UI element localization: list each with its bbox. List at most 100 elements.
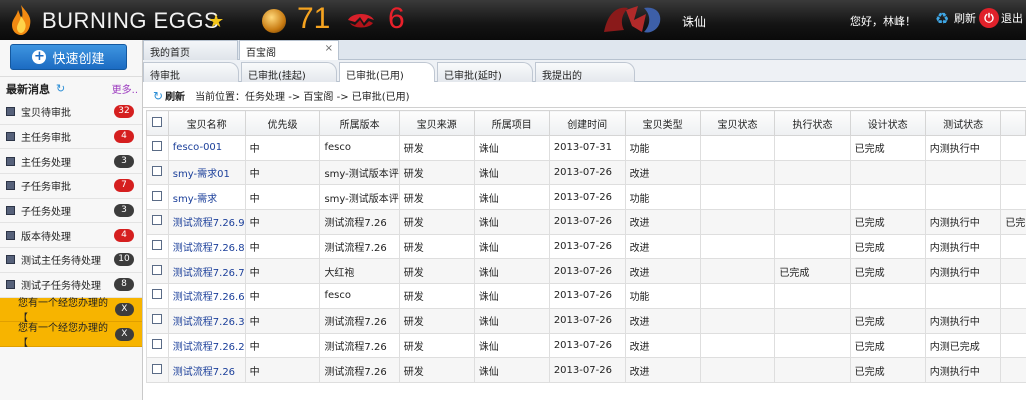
sidebar-item[interactable]: 主任务处理 3 <box>0 149 142 175</box>
item-name-cell[interactable]: smy-需求 <box>167 184 246 211</box>
item-name-cell[interactable]: 测试流程7.26.6 <box>167 283 246 309</box>
table-cell: 内测执行中 <box>924 233 1002 260</box>
table-row[interactable]: 测试流程7.26.3 中测试流程7.26 研发 诛仙 2013-07-26 改进 已完成 内测… <box>146 307 1026 334</box>
subtab-pending[interactable]: 待审批 <box>143 62 239 82</box>
subtab-delayed[interactable]: 已审批(延时) <box>437 62 533 82</box>
checkbox[interactable] <box>152 190 163 201</box>
notice-item[interactable]: 您有一个经您办理的【 X <box>0 322 142 349</box>
table-cell: 中 <box>244 233 321 260</box>
sidebar-item[interactable]: 子任务处理 3 <box>0 199 142 224</box>
refresh-spin-icon[interactable]: ↻ <box>56 82 65 95</box>
row-select-cell[interactable] <box>146 159 169 186</box>
table-row[interactable]: fesco-001 中 fesco 研发 诛仙 2013-07-31 功能 已完成 内测执行中 <box>146 135 1026 161</box>
table-row[interactable]: smy-需求01 中 smy-测试版本评 研发 诛仙 2013-07-26 改进 <box>146 159 1026 186</box>
column-header[interactable]: 宝贝来源 <box>398 110 475 136</box>
table-row[interactable]: 测试流程7.26 中测试流程7.26 研发 诛仙 2013-07-26 改进 已完成 内测执行… <box>146 357 1026 383</box>
checkbox[interactable] <box>152 264 163 275</box>
checkbox[interactable] <box>152 314 163 325</box>
row-select-cell[interactable] <box>146 135 169 161</box>
column-header[interactable]: 宝贝名称 <box>167 110 246 136</box>
subtab-label: 已审批(已用) <box>346 71 404 82</box>
table-cell <box>1000 233 1026 260</box>
item-name-cell[interactable]: smy-需求01 <box>167 159 246 186</box>
sidebar-item[interactable]: 宝贝待审批 32 <box>0 100 142 125</box>
more-link[interactable]: 更多.. <box>112 81 138 96</box>
subtab-mine[interactable]: 我提出的 <box>535 62 635 82</box>
quick-create-button[interactable]: + 快速创建 <box>10 44 127 70</box>
row-select-cell[interactable] <box>146 184 169 211</box>
table-cell: 诛仙 <box>473 258 550 285</box>
table-cell: 中 <box>244 332 321 359</box>
table-cell: 内测执行中 <box>924 357 1002 383</box>
column-header[interactable]: 宝贝类型 <box>624 110 701 136</box>
table-cell: 2013-07-26 <box>548 233 626 260</box>
row-select-cell[interactable] <box>146 332 169 359</box>
table-cell <box>774 159 851 186</box>
column-header[interactable]: 宝贝状态 <box>699 110 776 136</box>
row-select-cell[interactable] <box>146 209 169 235</box>
tab-label: 百宝阁 <box>246 48 276 59</box>
table-header-row: 宝贝名称 优先级 所属版本 宝贝来源 所属项目 创建时间 宝贝类型 宝贝状态 执… <box>146 110 1026 136</box>
tab-treasure[interactable]: 百宝阁 × <box>239 40 339 61</box>
checkbox[interactable] <box>152 215 163 226</box>
dismiss-button[interactable]: X <box>114 302 134 316</box>
item-name-cell[interactable]: 测试流程7.26 <box>167 357 246 383</box>
select-all-cell[interactable] <box>146 110 169 136</box>
item-name-cell[interactable]: fesco-001 <box>167 135 246 161</box>
row-select-cell[interactable] <box>146 357 169 383</box>
sidebar-item[interactable]: 子任务审批 7 <box>0 174 142 199</box>
item-name-cell[interactable]: 测试流程7.26.9 <box>167 209 246 235</box>
table-row[interactable]: 测试流程7.26.6 中 fesco 研发 诛仙 2013-07-26 功能 <box>146 283 1026 309</box>
row-select-cell[interactable] <box>146 233 169 260</box>
item-name-cell[interactable]: 测试流程7.26.8 <box>167 233 246 260</box>
row-select-cell[interactable] <box>146 307 169 334</box>
column-header[interactable]: 执行状态 <box>774 110 851 136</box>
checkbox[interactable] <box>152 289 163 300</box>
doc-icon <box>6 255 15 265</box>
table-cell: 2013-07-26 <box>548 357 626 383</box>
table-row[interactable]: 测试流程7.26.9 中测试流程7.26 研发 诛仙 2013-07-26 改进 已完成 内测… <box>146 209 1026 235</box>
table-row[interactable]: smy-需求中 smy-测试版本评 研发 诛仙 2013-07-26 功能 <box>146 184 1026 211</box>
refresh-icon[interactable]: ↻ <box>153 89 163 103</box>
quick-create-label: 快速创建 <box>52 51 105 67</box>
checkbox[interactable] <box>152 116 163 127</box>
column-header[interactable]: 设计状态 <box>849 110 926 136</box>
row-select-cell[interactable] <box>146 258 169 285</box>
item-name-cell[interactable]: 测试流程7.26.2 <box>167 332 246 359</box>
sidebar-item-label: 子任务审批 <box>21 182 71 194</box>
dismiss-button[interactable]: X <box>114 327 134 341</box>
sidebar-item[interactable]: 测试主任务待处理 10 <box>0 248 142 273</box>
sidebar-item[interactable]: 主任务审批 4 <box>0 125 142 150</box>
table-cell <box>699 184 776 211</box>
subtab-suspended[interactable]: 已审批(挂起) <box>241 62 337 82</box>
column-header[interactable]: 所属版本 <box>319 110 400 136</box>
item-name-cell[interactable]: 测试流程7.26.7 <box>167 258 246 285</box>
tab-label: 我的首页 <box>150 48 190 59</box>
subtab-used[interactable]: 已审批(已用) <box>339 62 435 82</box>
refresh-button[interactable]: 刷新 <box>165 88 185 103</box>
column-header[interactable]: 所属项目 <box>473 110 550 136</box>
checkbox[interactable] <box>152 166 163 177</box>
table-cell: 已完成 <box>774 258 851 285</box>
column-header[interactable]: 创建时间 <box>548 110 626 136</box>
close-icon[interactable]: × <box>325 43 333 54</box>
table-row[interactable]: 测试流程7.26.7 中大红袍 研发 诛仙 2013-07-26 改进 已完成 已完成 内测执行… <box>146 258 1026 285</box>
table-cell: 诛仙 <box>473 233 550 260</box>
sidebar-item[interactable]: 版本待处理 4 <box>0 223 142 249</box>
column-header[interactable]: 优先级 <box>244 110 321 136</box>
tab-home[interactable]: 我的首页 <box>143 40 238 60</box>
table-row[interactable]: 测试流程7.26.8 中测试流程7.26 研发 诛仙 2013-07-26 改进 已完成 内测… <box>146 233 1026 260</box>
checkbox[interactable] <box>152 141 163 152</box>
logout-button[interactable]: ⏻ 退出 <box>979 8 1023 28</box>
checkbox[interactable] <box>152 240 163 251</box>
header-refresh-button[interactable]: ♻ 刷新 <box>932 8 976 28</box>
column-header[interactable]: 测试状态 <box>924 110 1002 136</box>
checkbox[interactable] <box>152 363 163 374</box>
item-name-cell[interactable]: 测试流程7.26.3 <box>167 307 246 334</box>
table-row[interactable]: 测试流程7.26.2 中测试流程7.26 研发 诛仙 2013-07-26 改进 已完成 内测… <box>146 332 1026 359</box>
table-cell: 中 <box>244 258 321 285</box>
checkbox[interactable] <box>152 338 163 349</box>
row-select-cell[interactable] <box>146 283 169 309</box>
table-cell <box>849 184 926 211</box>
game-name[interactable]: 诛仙 <box>682 13 706 30</box>
